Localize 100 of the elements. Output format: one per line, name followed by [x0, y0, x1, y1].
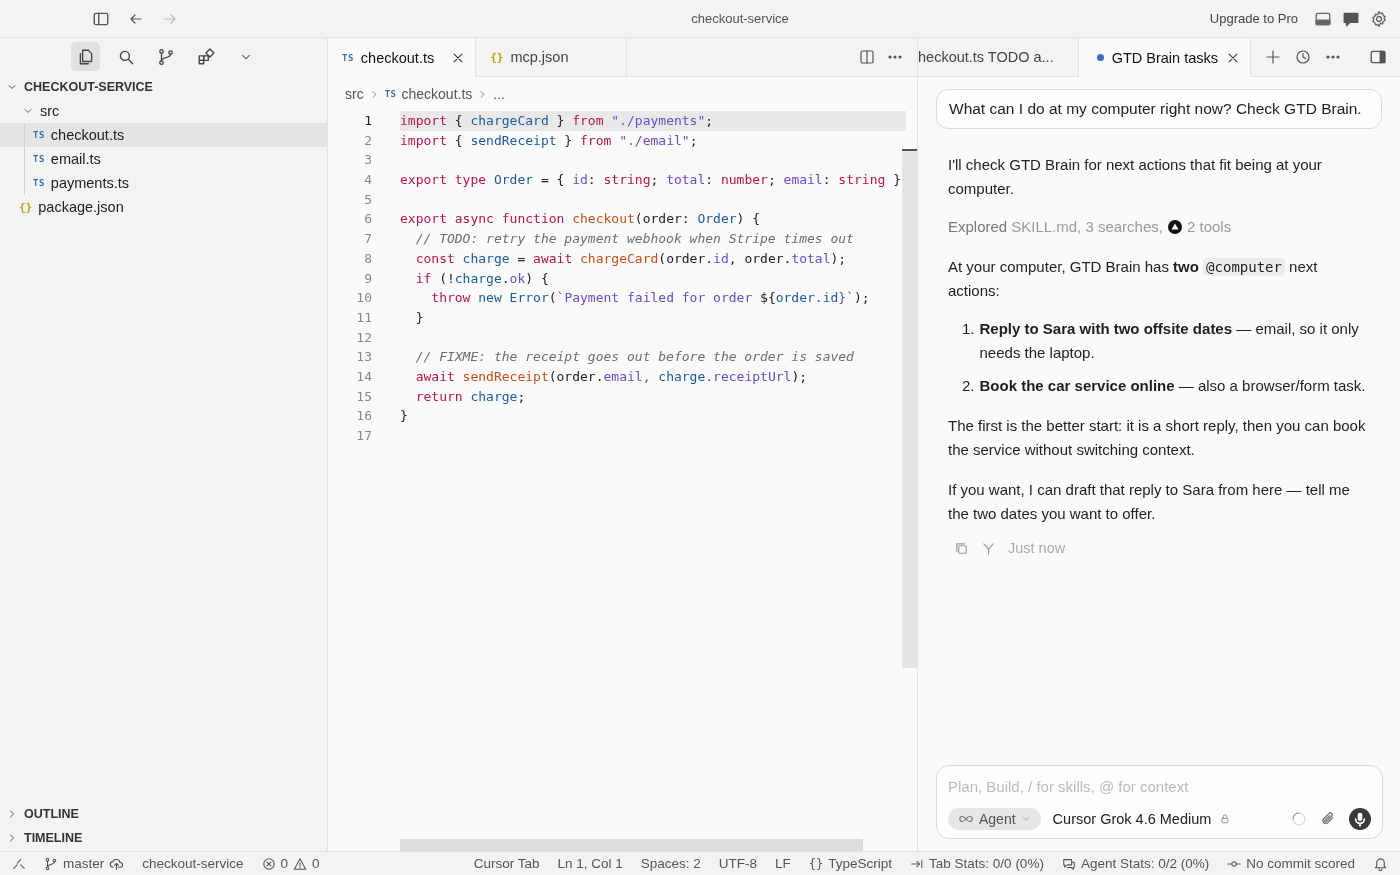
list-number: 1.	[962, 319, 975, 339]
chat-icon	[1061, 856, 1076, 871]
scrollbar[interactable]	[902, 149, 917, 668]
breadcrumb-item[interactable]: src	[345, 86, 364, 102]
message-paragraph: The first is the better start: it is a short reply, then you can book the service without switching context.	[948, 416, 1367, 460]
line-number: 16	[355, 407, 372, 426]
extensions-icon[interactable]	[196, 47, 215, 66]
settings-icon[interactable]	[1370, 9, 1388, 28]
upgrade-link[interactable]: Upgrade to Pro	[1209, 11, 1298, 26]
source-control-icon[interactable]	[156, 47, 175, 66]
line-number: 2	[363, 131, 372, 150]
chat-composer[interactable]: Plan, Build, / for skills, @ for context Agent Cursor Grok 4.6 Medium	[936, 765, 1383, 839]
status-item[interactable]: Cursor Tab	[473, 856, 540, 871]
line-number: 15	[355, 387, 372, 406]
json-icon: {}	[490, 50, 504, 64]
code-line: throw new Error(`Payment failed for order ${order.id}`);	[430, 289, 871, 308]
model-selector[interactable]: Cursor Grok 4.6 Medium	[1052, 811, 1232, 827]
spinner-icon	[1291, 811, 1307, 827]
code-line: }	[400, 407, 409, 426]
line-number: 17	[355, 427, 372, 445]
line-number: 1	[363, 112, 372, 130]
line-number: 12	[355, 328, 372, 347]
file-item[interactable]: {} package.json	[0, 195, 327, 219]
code-line: // TODO: retry the payment webhook when Stripe times out	[414, 230, 855, 249]
file-item[interactable]: TS payments.ts	[0, 171, 327, 195]
line-number: 10	[355, 289, 372, 308]
typescript-icon: TS	[384, 89, 397, 99]
line-number: 11	[355, 308, 372, 327]
explored-label[interactable]: Explored	[948, 215, 1008, 239]
status-item[interactable]: Ln 1, Col 1	[557, 856, 623, 871]
new-chat-icon[interactable]	[1265, 49, 1281, 65]
breadcrumb-item[interactable]: ...	[493, 86, 505, 102]
explorer-header[interactable]: CHECKOUT-SERVICE	[0, 75, 327, 99]
mode-dropdown[interactable]: Agent	[948, 808, 1041, 830]
branch-icon	[44, 856, 58, 871]
status-item[interactable]: Agent Stats: 0/2 (0%)	[1080, 856, 1210, 871]
code-line: // FIXME: the receipt goes out before the order is saved	[414, 348, 855, 367]
code-line: }	[414, 308, 425, 327]
language-mode[interactable]: TypeScript	[828, 856, 893, 871]
history-icon[interactable]	[1295, 49, 1311, 65]
error-count[interactable]: 0	[280, 856, 289, 871]
section-header[interactable]: TIMELINE	[0, 826, 327, 850]
line-number: 7	[363, 230, 372, 249]
microphone-icon[interactable]	[1349, 808, 1371, 830]
message-paragraph: I'll check GTD Brain for next actions that fit being at your computer.	[948, 155, 1323, 199]
line-number: 14	[355, 367, 372, 386]
fork-icon[interactable]	[981, 540, 996, 556]
line-number: 6	[363, 210, 372, 229]
braces-icon: {}	[808, 856, 824, 871]
chat-tab[interactable]: heckout.ts TODO a...	[918, 38, 1079, 76]
status-item[interactable]: Spaces: 2	[640, 856, 701, 871]
file-item[interactable]: TS checkout.ts	[0, 123, 327, 147]
code-line: if (!charge.ok) {	[414, 269, 550, 288]
tool-icon	[1166, 219, 1183, 235]
line-number: 5	[363, 190, 372, 209]
message-paragraph: If you want, I can draft that reply to Sara from here — tell me the two dates you want to offer.	[948, 480, 1351, 524]
chat-tab[interactable]: GTD Brain tasks	[1078, 38, 1251, 77]
chevron-down-icon	[1020, 814, 1031, 824]
split-editor-icon[interactable]	[859, 49, 875, 65]
code-line: const charge = await chargeCard(order.id, order.total);	[414, 249, 848, 268]
notification-bell-icon[interactable]	[1373, 856, 1388, 871]
remote-icon[interactable]	[12, 856, 26, 871]
explored-detail: SKILL.md, 3 searches,	[1011, 217, 1163, 237]
lock-icon	[1219, 813, 1232, 825]
file-item[interactable]: TS email.ts	[0, 147, 327, 171]
message-paragraph: At your computer, GTD Brain has two @computer next actions:	[948, 257, 1319, 301]
status-item[interactable]: No commit scored	[1246, 856, 1355, 871]
warning-icon	[293, 856, 308, 871]
status-item[interactable]: UTF-8	[718, 856, 758, 871]
warning-count[interactable]: 0	[312, 856, 320, 871]
line-number: 13	[355, 348, 372, 367]
typescript-icon: TS	[33, 130, 45, 140]
typescript-icon: TS	[33, 154, 45, 164]
user-message: What can I do at my computer right now? Check GTD Brain.	[936, 89, 1382, 129]
json-icon: {}	[19, 200, 33, 214]
breadcrumb-item[interactable]: TS checkout.ts	[384, 86, 473, 102]
list-number: 2.	[962, 376, 975, 396]
code-line: import { sendReceipt } from "./email";	[400, 131, 699, 150]
line-number: 8	[363, 249, 372, 268]
status-item[interactable]: Tab Stats: 0/0 (0%)	[929, 856, 1044, 871]
folder-item[interactable]: src	[0, 99, 327, 123]
editor-tab[interactable]: {} mcp.json	[476, 38, 628, 76]
scrollbar[interactable]	[400, 839, 863, 851]
status-item[interactable]: LF	[775, 856, 791, 871]
code-line: export async function checkout(order: Order) {	[400, 210, 762, 229]
error-icon	[261, 856, 276, 871]
sidebar-toggle-icon[interactable]	[1369, 48, 1387, 66]
line-number: 3	[363, 151, 372, 170]
branch-name[interactable]: master	[63, 856, 105, 871]
editor-tab[interactable]: TS checkout.ts	[328, 38, 477, 77]
line-number: 4	[363, 171, 372, 190]
typescript-icon: TS	[342, 52, 354, 63]
section-header[interactable]: OUTLINE	[0, 802, 327, 826]
list-item-text: Reply to Sara with two offsite dates — email, so it only needs the laptop.	[979, 319, 1360, 363]
typescript-icon: TS	[33, 178, 45, 188]
cloud-upload-icon[interactable]	[109, 856, 125, 871]
status-item[interactable]: checkout-service	[142, 856, 244, 871]
window-title: checkout-service	[690, 11, 790, 26]
code-line: await sendReceipt(order.email, charge.receiptUrl);	[414, 367, 809, 386]
timestamp: Just now	[1008, 540, 1066, 556]
